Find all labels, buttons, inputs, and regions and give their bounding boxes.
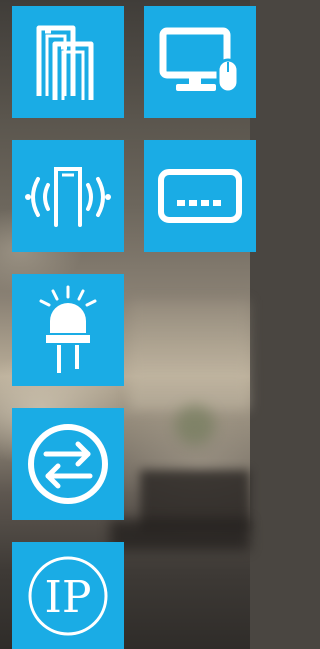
ip-label: IP: [45, 572, 92, 623]
tile-direction[interactable]: [12, 408, 124, 520]
background-table: [110, 520, 250, 550]
tile-alarm-light[interactable]: [12, 274, 124, 386]
background-wall: [130, 300, 250, 410]
tile-gate-signal[interactable]: [12, 140, 124, 252]
monitor-mouse-icon: [158, 26, 242, 98]
walkthrough-gate-icon: [33, 22, 103, 102]
led-light-icon: [33, 285, 103, 375]
ip-rating-icon: IP: [25, 553, 111, 639]
tile-ip-rating[interactable]: IP: [12, 542, 124, 649]
tile-computer[interactable]: [144, 6, 256, 118]
tile-walkthrough-gates[interactable]: [12, 6, 124, 118]
tile-password[interactable]: [144, 140, 256, 252]
background-plant: [175, 405, 215, 445]
gate-signal-icon: [18, 163, 118, 229]
password-field-icon: [157, 168, 243, 224]
bidirectional-arrows-icon: [26, 422, 110, 506]
